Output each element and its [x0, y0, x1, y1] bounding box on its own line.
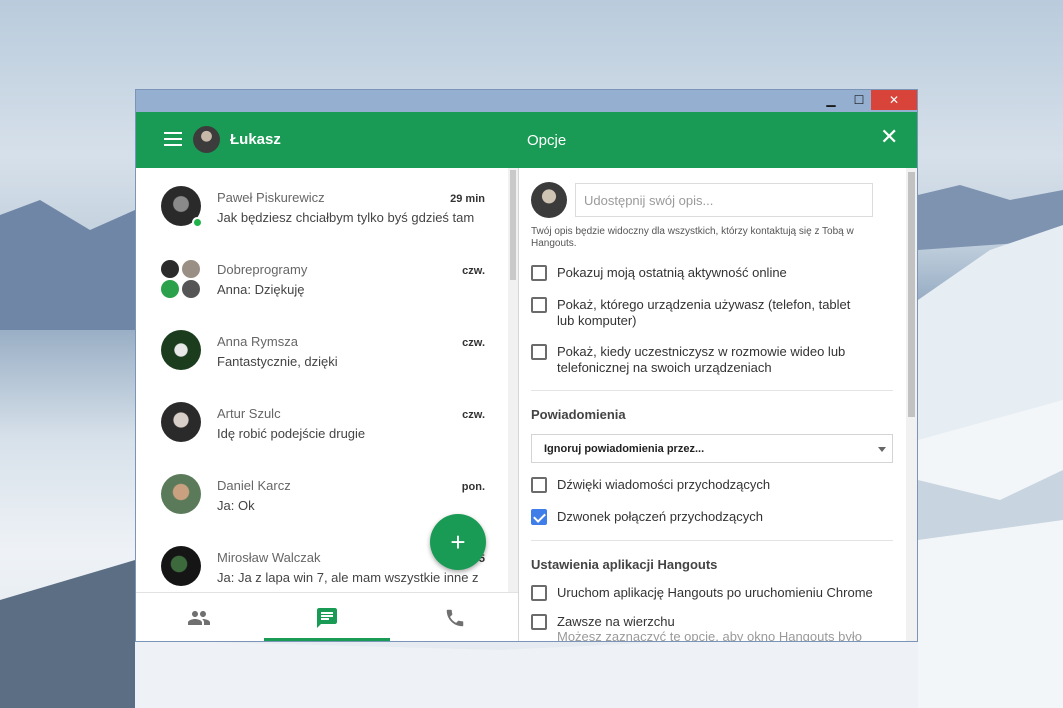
group-avatar: [161, 260, 179, 278]
bottom-navigation: [136, 592, 518, 641]
messages-icon: [317, 608, 337, 628]
contact-name: Mirosław Walczak: [217, 550, 321, 565]
contact-avatar: [161, 546, 201, 586]
group-avatar: [182, 280, 200, 298]
contact-name: Artur Szulc: [217, 406, 281, 421]
divider: [531, 540, 893, 541]
checkbox[interactable]: [531, 265, 547, 281]
checkbox[interactable]: [531, 614, 547, 630]
user-name: Łukasz: [230, 131, 281, 148]
message-time: czw.: [462, 337, 485, 349]
option-label: Dzwonek połączeń przychodzących: [557, 509, 763, 524]
contact-avatar: [161, 402, 201, 442]
option-label: Pokazuj moją ostatnią aktywność online: [557, 265, 787, 280]
description-hint: Twój opis będzie widoczny dla wszystkich…: [531, 226, 854, 249]
option-label: Zawsze na wierzchu: [557, 614, 675, 629]
app-bar: Łukasz Opcje ✕: [136, 112, 917, 168]
contact-name: Paweł Piskurewicz: [217, 190, 325, 205]
option-sublabel: Możesz zaznaczyć tę opcję, aby okno Hang…: [557, 629, 862, 642]
window-close-button[interactable]: ✕: [871, 90, 917, 110]
last-message: Ja: Ja z lapa win 7, ale mam wszystkie i…: [217, 570, 479, 585]
contact-avatar: [161, 474, 201, 514]
phone-icon: [446, 609, 464, 627]
group-avatar: [182, 260, 200, 278]
option-label: Pokaż, kiedy uczestniczysz w rozmowie wi…: [557, 344, 846, 375]
conversation-item[interactable]: Artur Szulc Idę robić podejście drugie c…: [136, 384, 508, 456]
contacts-tab[interactable]: [136, 593, 262, 641]
contact-name: Anna Rymsza: [217, 334, 298, 349]
message-time: czw.: [462, 265, 485, 277]
user-avatar[interactable]: [193, 126, 220, 153]
last-message: Fantastycznie, dzięki: [217, 354, 338, 369]
contacts-icon: [188, 611, 210, 625]
notifications-heading: Powiadomienia: [531, 407, 626, 422]
minimize-button[interactable]: ▁: [817, 90, 845, 110]
options-scrollbar[interactable]: [906, 168, 917, 641]
description-input[interactable]: [575, 183, 873, 217]
options-panel: Twój opis będzie widoczny dla wszystkich…: [519, 168, 917, 642]
last-message: Ja: Ok: [217, 498, 255, 513]
scrollbar-thumb[interactable]: [510, 170, 516, 280]
option-label: Uruchom aplikację Hangouts po uruchomien…: [557, 585, 873, 600]
menu-icon[interactable]: [164, 132, 182, 146]
checkbox[interactable]: [531, 344, 547, 360]
divider: [531, 390, 893, 391]
message-time: czw.: [462, 409, 485, 421]
active-tab-indicator: [264, 638, 390, 641]
conversation-item[interactable]: Dobreprogramy Anna: Dziękuję czw.: [136, 240, 508, 312]
app-settings-heading: Ustawienia aplikacji Hangouts: [531, 557, 718, 572]
select-value: Ignoruj powiadomienia przez...: [544, 443, 705, 455]
last-message: Jak będziesz chciałbym tylko byś gdzieś …: [217, 210, 475, 225]
last-message: Idę robić podejście drugie: [217, 426, 366, 441]
contact-name: Dobreprogramy: [217, 262, 308, 277]
scrollbar-thumb[interactable]: [908, 172, 915, 417]
checkbox[interactable]: [531, 477, 547, 493]
message-time: pon.: [461, 481, 485, 493]
hangouts-window: ▁ ☐ ✕ Łukasz Opcje ✕ Paweł Piskurewicz J…: [135, 89, 918, 642]
message-time: 29 min: [450, 193, 485, 205]
option-label: Dźwięki wiadomości przychodzących: [557, 477, 771, 492]
contact-avatar: [161, 330, 201, 370]
messages-tab[interactable]: [264, 593, 390, 641]
calls-tab[interactable]: [392, 593, 518, 641]
conversation-panel: Paweł Piskurewicz Jak będziesz chciałbym…: [136, 168, 518, 641]
ignore-notifications-select[interactable]: Ignoruj powiadomienia przez...: [531, 434, 893, 463]
maximize-button[interactable]: ☐: [845, 90, 873, 110]
last-message: Anna: Dziękuję: [217, 282, 305, 297]
options-title: Opcje: [527, 132, 567, 149]
checkbox[interactable]: [531, 297, 547, 313]
window-titlebar[interactable]: ▁ ☐ ✕: [136, 90, 917, 112]
conversation-item[interactable]: Anna Rymsza Fantastycznie, dzięki czw.: [136, 312, 508, 384]
conversation-scrollbar[interactable]: [508, 168, 518, 592]
group-avatar: [161, 280, 179, 298]
conversation-item[interactable]: Paweł Piskurewicz Jak będziesz chciałbym…: [136, 168, 508, 240]
online-indicator: [192, 217, 203, 228]
checkbox-checked[interactable]: [531, 509, 547, 525]
new-conversation-button[interactable]: +: [430, 514, 486, 570]
checkbox[interactable]: [531, 585, 547, 601]
chevron-down-icon: [878, 447, 886, 452]
contact-name: Daniel Karcz: [217, 478, 291, 493]
close-options-icon[interactable]: ✕: [880, 126, 898, 148]
profile-avatar: [531, 182, 567, 218]
option-label: Pokaż, którego urządzenia używasz (telef…: [557, 297, 851, 328]
